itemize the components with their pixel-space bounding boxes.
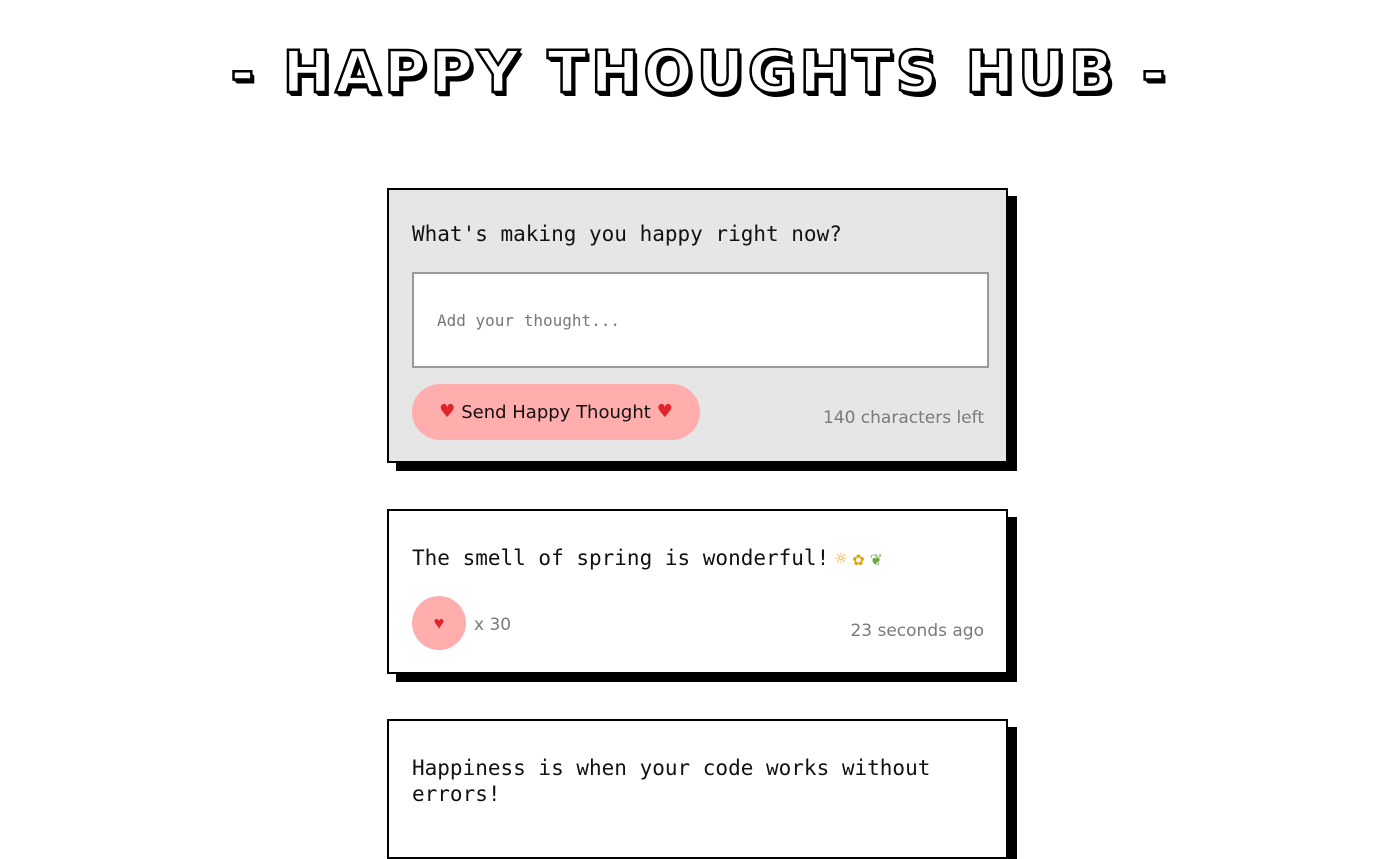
thought-card: The smell of spring is wonderful! ☼ ✿ ❦ ♥ x… <box>387 509 1008 674</box>
thought-input[interactable] <box>412 272 989 368</box>
thought-text: The smell of spring is wonderful! <box>412 546 830 570</box>
thought-card: Happiness is when your code works withou… <box>387 719 1008 859</box>
heart-icon: ♥ <box>439 401 456 422</box>
sunflower-icon: ✿ <box>852 548 865 570</box>
new-thought-form: What's making you happy right now? ♥ Sen… <box>387 188 1008 463</box>
like-button[interactable]: ♥ <box>412 596 466 650</box>
thought-message: The smell of spring is wonderful! ☼ ✿ ❦ <box>412 545 983 572</box>
thought-text: Happiness is when your code works withou… <box>412 756 931 806</box>
like-count: x 30 <box>474 615 512 635</box>
sun-icon: ☼ <box>835 548 847 570</box>
send-happy-thought-button[interactable]: ♥ Send Happy Thought ♥ <box>412 384 700 440</box>
page-title: - HAPPY THOUGHTS HUB - <box>229 37 1170 108</box>
send-button-label: Send Happy Thought <box>461 401 651 423</box>
form-question: What's making you happy right now? <box>412 222 842 246</box>
characters-left-counter: 140 characters left <box>822 408 984 428</box>
heart-icon: ♥ <box>433 613 445 633</box>
thought-timestamp: 23 seconds ago <box>850 621 984 641</box>
heart-icon: ♥ <box>656 401 673 422</box>
herb-icon: ❦ <box>870 548 882 570</box>
